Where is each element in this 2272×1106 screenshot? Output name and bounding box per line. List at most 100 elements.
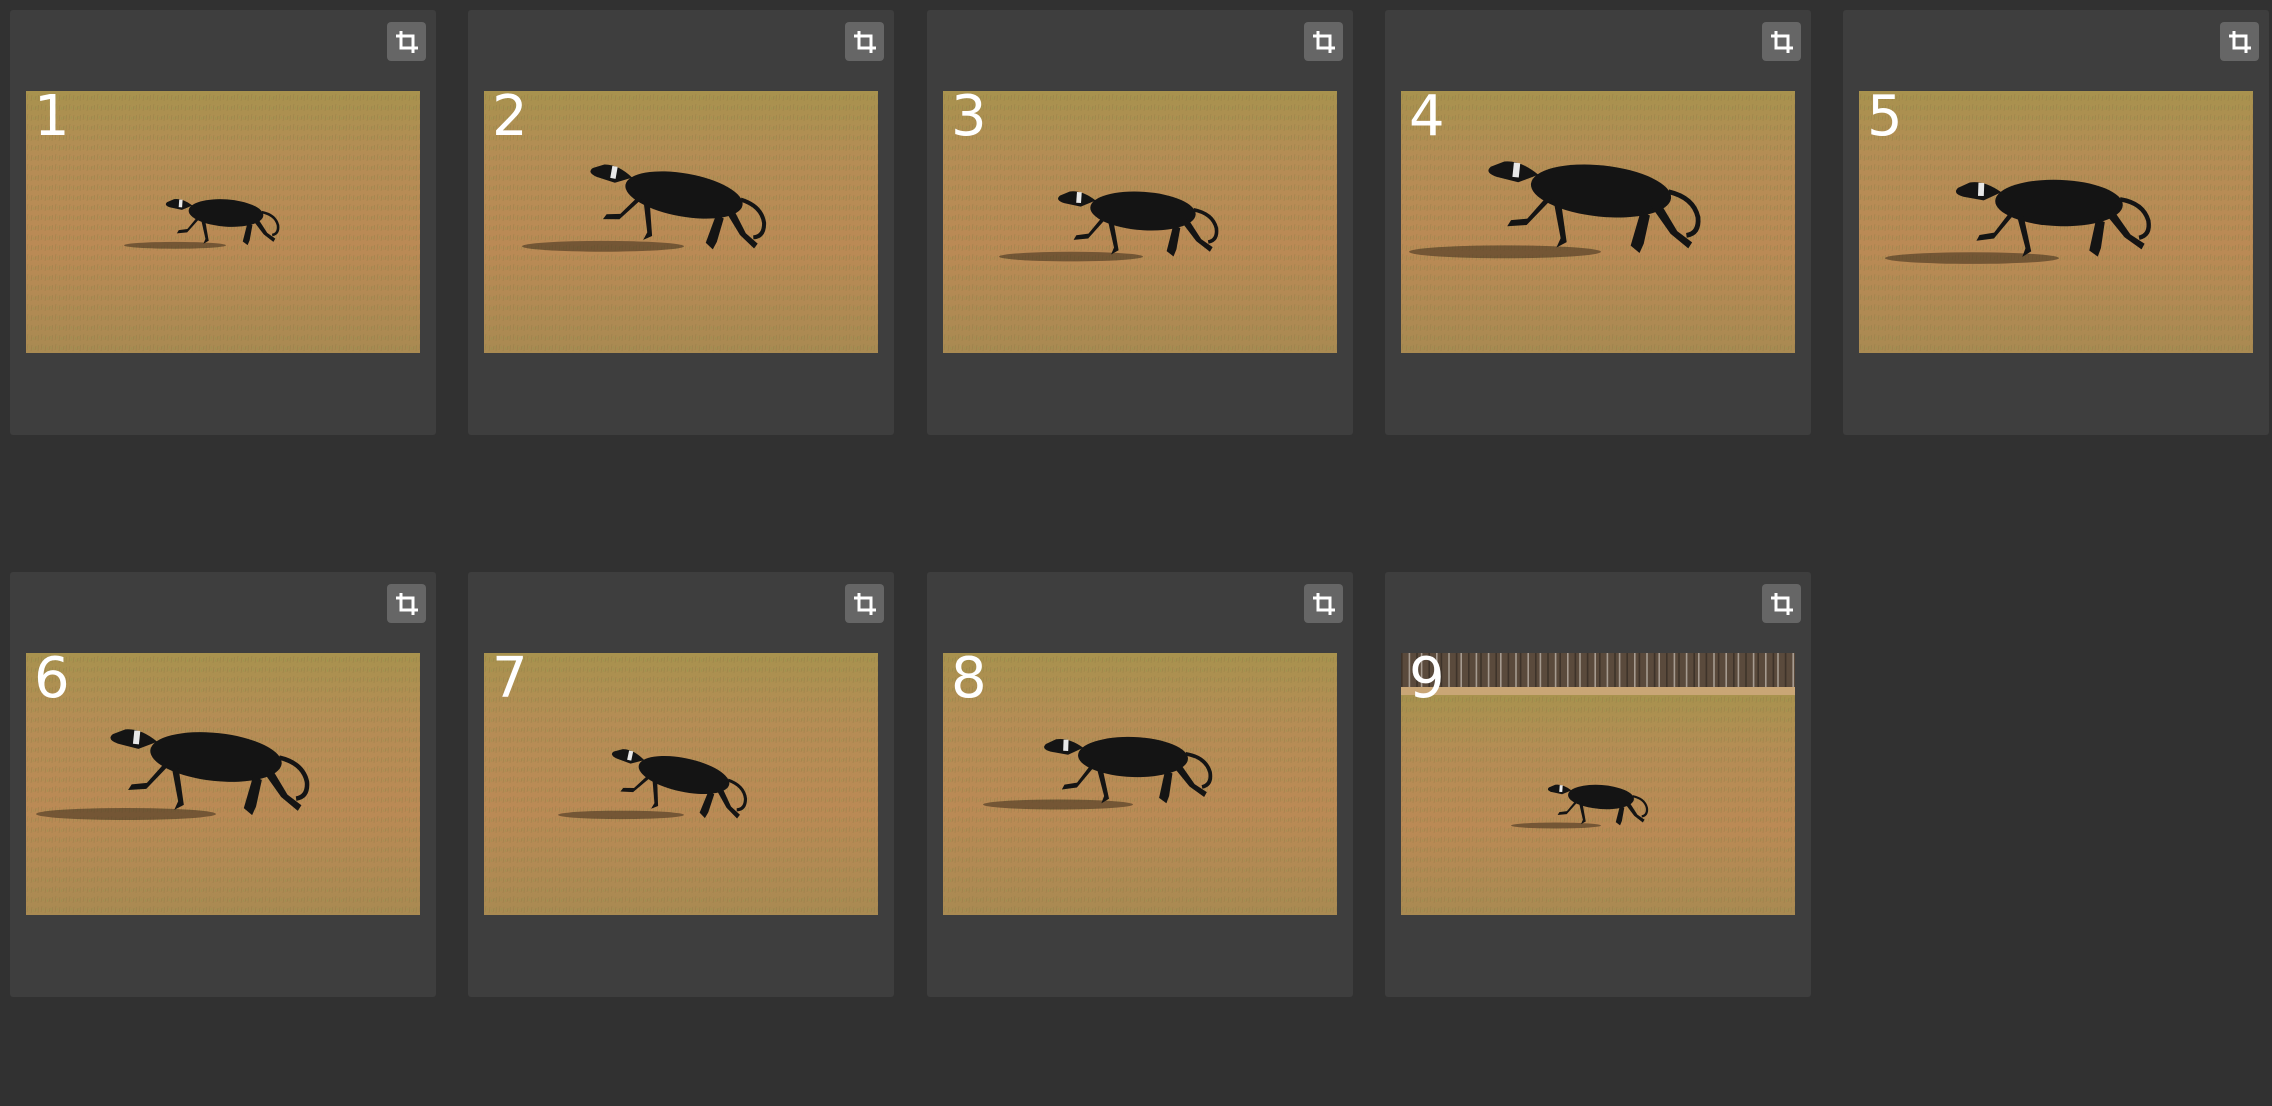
dog-running-photo: [943, 653, 1337, 915]
tree-trunk: [1554, 653, 1557, 687]
tree-trunk: [1586, 653, 1589, 687]
dog-shadow: [983, 799, 1133, 810]
frame-number: 8: [951, 653, 987, 711]
crop-button[interactable]: [845, 584, 884, 623]
photo-card[interactable]: 6: [10, 572, 436, 997]
photo-card[interactable]: 8: [927, 572, 1353, 997]
crop-button[interactable]: [387, 584, 426, 623]
tree-trunk: [1539, 653, 1542, 687]
dog-running-photo: [484, 91, 878, 353]
tree-trunk: [1673, 653, 1676, 687]
crop-button[interactable]: [1762, 584, 1801, 623]
grass-texture: [943, 653, 1337, 915]
crop-button[interactable]: [1304, 22, 1343, 61]
photo-card[interactable]: 7: [468, 572, 894, 997]
tree-trunk: [1618, 653, 1621, 687]
dog-running-photo: [1401, 91, 1795, 353]
tree-trunk: [1717, 653, 1720, 687]
frame-number: 9: [1409, 653, 1445, 711]
grass-texture: [484, 91, 878, 353]
photo-thumbnail[interactable]: 3: [943, 91, 1337, 353]
crop-icon: [1770, 30, 1793, 53]
grass-texture: [26, 653, 420, 915]
tree-line: [1401, 653, 1795, 687]
frame-number: 4: [1409, 91, 1445, 149]
crop-button[interactable]: [1762, 22, 1801, 61]
crop-icon: [395, 592, 418, 615]
crop-icon: [1312, 30, 1335, 53]
dog-shadow: [558, 810, 684, 820]
photo-thumbnail[interactable]: 7: [484, 653, 878, 915]
tree-trunk: [1757, 653, 1759, 687]
dog-shadow: [1511, 822, 1601, 829]
crop-button[interactable]: [845, 22, 884, 61]
dog-running-photo: [1401, 653, 1795, 915]
photo-card[interactable]: 1: [10, 10, 436, 435]
tree-trunk: [1599, 653, 1601, 687]
tree-trunk: [1448, 653, 1450, 687]
photo-thumbnail[interactable]: 9: [1401, 653, 1795, 915]
tree-trunk: [1559, 653, 1561, 687]
tree-trunk: [1713, 653, 1715, 687]
photo-card[interactable]: 9: [1385, 572, 1811, 997]
tree-trunk: [1480, 653, 1482, 687]
frame-number: 1: [34, 91, 70, 149]
photo-thumbnail[interactable]: 1: [26, 91, 420, 353]
photo-thumbnail[interactable]: 5: [1859, 91, 2253, 353]
tree-trunk: [1784, 653, 1787, 687]
tree-trunk: [1772, 653, 1775, 687]
tree-trunk: [1693, 653, 1695, 687]
frame-number: 7: [492, 653, 528, 711]
frame-number: 3: [951, 91, 987, 149]
tree-trunk: [1653, 653, 1656, 687]
photo-card[interactable]: 5: [1843, 10, 2269, 435]
tree-trunk: [1519, 653, 1522, 687]
photo-grid: 1 2 3 4 5 6 7 8 9: [0, 0, 2272, 1106]
frame-number: 5: [1867, 91, 1903, 149]
dog-running-photo: [1859, 91, 2253, 353]
tree-trunk: [1658, 653, 1660, 687]
dog-shadow: [999, 251, 1143, 262]
crop-button[interactable]: [387, 22, 426, 61]
dog-shadow: [522, 240, 684, 252]
dog-running-photo: [484, 653, 878, 915]
tree-trunk: [1547, 653, 1549, 687]
tree-trunk: [1507, 653, 1510, 687]
tree-trunk: [1515, 653, 1517, 687]
tree-trunk: [1733, 653, 1735, 687]
dog-shadow: [124, 241, 226, 249]
tree-trunk: [1725, 653, 1727, 687]
tree-trunk: [1745, 653, 1747, 687]
tree-trunk: [1495, 653, 1497, 687]
crop-icon: [853, 592, 876, 615]
crop-icon: [395, 30, 418, 53]
tree-trunk: [1678, 653, 1680, 687]
crop-icon: [2228, 30, 2251, 53]
tree-trunk: [1455, 653, 1458, 687]
tree-trunk: [1606, 653, 1609, 687]
tree-trunk: [1792, 653, 1794, 687]
dog-running-photo: [26, 653, 420, 915]
tree-trunk: [1468, 653, 1470, 687]
photo-thumbnail[interactable]: 4: [1401, 91, 1795, 353]
photo-thumbnail[interactable]: 6: [26, 653, 420, 915]
tree-trunk: [1685, 653, 1688, 687]
dog-shadow: [1409, 245, 1601, 259]
crop-button[interactable]: [2220, 22, 2259, 61]
photo-thumbnail[interactable]: 8: [943, 653, 1337, 915]
photo-card[interactable]: 3: [927, 10, 1353, 435]
tree-trunk: [1705, 653, 1708, 687]
tree-trunk: [1698, 653, 1700, 687]
tree-trunk: [1535, 653, 1537, 687]
tree-trunk: [1765, 653, 1767, 687]
tree-trunk: [1594, 653, 1596, 687]
dirt-path: [1401, 687, 1795, 695]
tree-trunk: [1487, 653, 1490, 687]
photo-card[interactable]: 2: [468, 10, 894, 435]
tree-trunk: [1401, 653, 1403, 687]
photo-thumbnail[interactable]: 2: [484, 91, 878, 353]
tree-trunk: [1666, 653, 1668, 687]
tree-trunk: [1500, 653, 1502, 687]
photo-card[interactable]: 4: [1385, 10, 1811, 435]
crop-button[interactable]: [1304, 584, 1343, 623]
